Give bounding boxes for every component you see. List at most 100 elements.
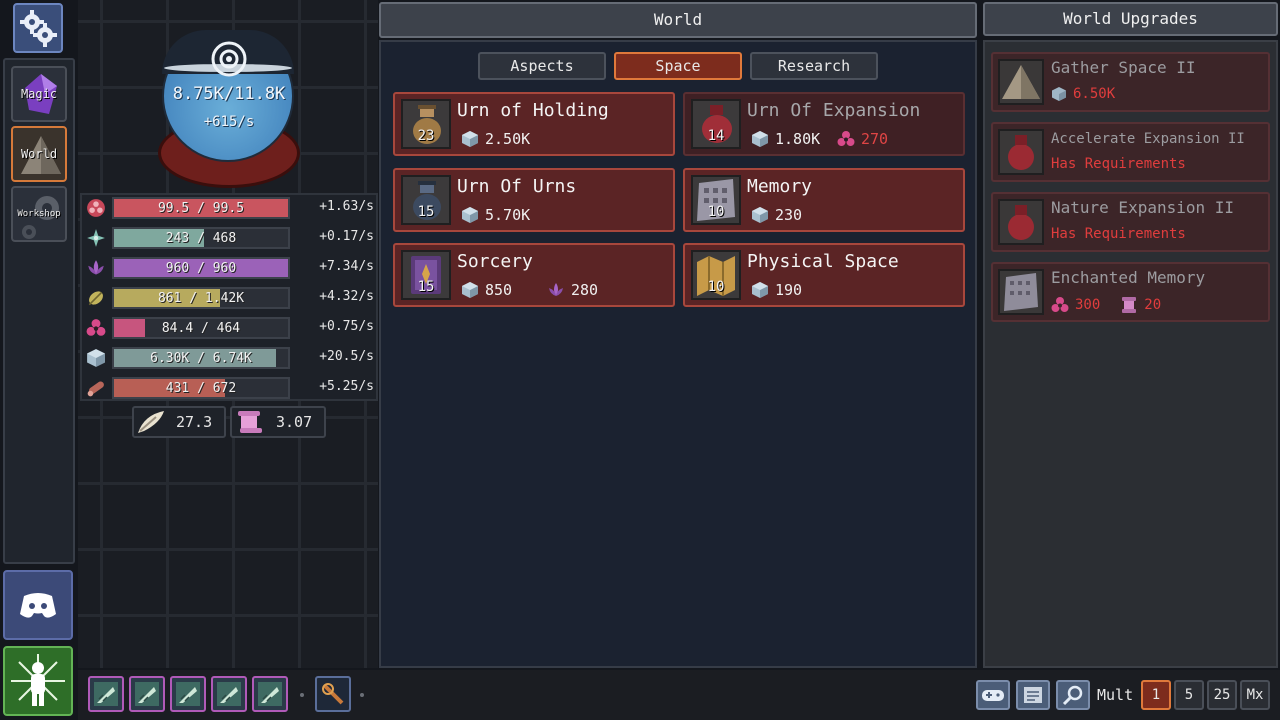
upgrade-thumb (998, 59, 1044, 105)
hotbar-slot-tool[interactable] (315, 676, 351, 712)
scroll-icon (1122, 297, 1137, 313)
card-urn-of-urns[interactable]: 15 Urn Of Urns 5.70K (393, 168, 675, 232)
pyramid-icon (1002, 65, 1040, 99)
air-star-icon (84, 227, 108, 249)
resource-row: 6.30K / 6.74K +20.5/s (84, 345, 376, 371)
hotbar-slot-5[interactable] (252, 676, 288, 712)
upgrade-enchanted-memory[interactable]: Enchanted Memory 300 20 (991, 262, 1270, 322)
mult-25-button[interactable]: 25 (1207, 680, 1237, 710)
upgrade-title: Enchanted Memory (1051, 268, 1206, 287)
upgrade-accelerate-expansion[interactable]: Accelerate Expansion II Has Requirements (991, 122, 1270, 182)
resource-bar: 431 / 672 (112, 377, 290, 399)
card-cost-value: 850 (485, 281, 513, 299)
tab-research[interactable]: Research (750, 52, 878, 80)
card-count: 10 (707, 279, 725, 295)
card-urn-of-holding[interactable]: 23 Urn of Holding 2.50K (393, 92, 675, 156)
nav-world-button[interactable]: World (11, 126, 67, 182)
card-cost: 230 (751, 206, 802, 224)
space-cube-icon (461, 281, 479, 299)
resource-bar: 243 / 468 (112, 227, 290, 249)
scroll-icon (238, 411, 262, 433)
leaf-icon (84, 287, 108, 309)
nav-magic-label: Magic (20, 87, 58, 101)
card-cost: 1.80K (751, 130, 820, 148)
tab-space[interactable]: Space (614, 52, 742, 80)
upgrades-header: World Upgrades (983, 2, 1278, 36)
tab-aspects[interactable]: Aspects (478, 52, 606, 80)
red-urn-icon (1008, 135, 1034, 170)
upgrade-cost-value: 6.50K (1073, 86, 1116, 102)
feather-stat-value: 27.3 (176, 413, 213, 431)
resource-row: 84.4 / 464 +0.75/s (84, 315, 376, 341)
world-header: World (379, 2, 977, 38)
gamepad-button[interactable] (976, 680, 1010, 710)
resource-amount: 243 / 468 (165, 231, 237, 246)
hotbar-slot-3[interactable] (170, 676, 206, 712)
upgrade-title: Gather Space II (1051, 58, 1196, 77)
discord-button[interactable] (3, 570, 73, 640)
resource-bar: 960 / 960 (112, 257, 290, 279)
hotbar-slot-4[interactable] (211, 676, 247, 712)
journal-icon (1024, 687, 1042, 703)
resource-row: 431 / 672 +5.25/s (84, 375, 376, 401)
resource-row: 861 / 1.42K +4.32/s (84, 285, 376, 311)
nav-column: Magic World Workshop (3, 58, 75, 564)
upgrade-cost-value: 20 (1144, 297, 1162, 313)
upgrade-requirement: Has Requirements (1051, 226, 1186, 242)
resource-amount: 960 / 960 (165, 261, 237, 276)
pink-flower-icon (837, 130, 855, 148)
mult-max-button[interactable]: Mx (1240, 680, 1270, 710)
card-cost: 850 (461, 281, 512, 299)
card-title: Physical Space (747, 251, 899, 272)
settings-gear-button[interactable] (13, 3, 63, 53)
feather-icon (138, 411, 164, 433)
nav-workshop-button[interactable]: Workshop (11, 186, 67, 242)
hotbar-separator-dot (360, 693, 364, 697)
mult-1-button[interactable]: 1 (1141, 680, 1171, 710)
card-cost-value: 270 (861, 130, 889, 148)
card-memory[interactable]: 10 Memory 230 (683, 168, 965, 232)
resource-bar: 861 / 1.42K (112, 287, 290, 309)
resource-rate: +0.75/s (319, 319, 374, 334)
nav-world-label: World (20, 147, 58, 161)
nav-workshop-label: Workshop (17, 209, 61, 219)
spell-feather-icon (94, 682, 118, 706)
upgrade-cost: 6.50K (1051, 86, 1115, 102)
space-swirl-icon (211, 41, 247, 77)
hotbar-slot-2[interactable] (129, 676, 165, 712)
spell-feather-icon (217, 682, 241, 706)
card-urn-of-expansion[interactable]: 14 Urn Of Expansion 1.80K 270 (683, 92, 965, 156)
card-title: Urn Of Expansion (747, 100, 921, 121)
upgrade-gather-space[interactable]: Gather Space II 6.50K (991, 52, 1270, 112)
meditating-figure-icon (11, 654, 65, 706)
hotbar-slot-1[interactable] (88, 676, 124, 712)
orb-value: 8.75K/11.8K (172, 84, 286, 104)
upgrade-costs: 300 20 (1051, 296, 1161, 314)
card-cost: 2.50K (461, 130, 530, 148)
lotus-icon (84, 257, 108, 279)
search-button[interactable] (1056, 680, 1090, 710)
card-sorcery[interactable]: 15 Sorcery 850 280 (393, 243, 675, 307)
hotbar-separator-dot (300, 693, 304, 697)
gamepad-icon (982, 690, 1004, 701)
card-count: 15 (417, 279, 435, 295)
card-title: Memory (747, 176, 813, 197)
feather-stat: 27.3 (132, 406, 226, 438)
resource-rate: +20.5/s (319, 349, 374, 364)
memory-page-icon (1004, 273, 1038, 311)
mult-5-button[interactable]: 5 (1174, 680, 1204, 710)
space-cube-icon (751, 206, 769, 224)
resource-row: 99.5 / 99.5 +1.63/s (84, 195, 376, 221)
journal-button[interactable] (1016, 680, 1050, 710)
resource-amount: 431 / 672 (165, 381, 237, 396)
scroll-stat-value: 3.07 (276, 413, 313, 431)
resource-bar: 99.5 / 99.5 (112, 197, 290, 219)
meditate-button[interactable] (3, 646, 73, 716)
card-cost-value: 280 (571, 281, 599, 299)
nav-magic-button[interactable]: Magic (11, 66, 67, 122)
space-cube-icon (461, 206, 479, 224)
resource-amount: 6.30K / 6.74K (150, 351, 252, 366)
upgrade-nature-expansion[interactable]: Nature Expansion II Has Requirements (991, 192, 1270, 252)
harvest-tool-icon (322, 683, 344, 705)
card-physical-space[interactable]: 10 Physical Space 190 (683, 243, 965, 307)
